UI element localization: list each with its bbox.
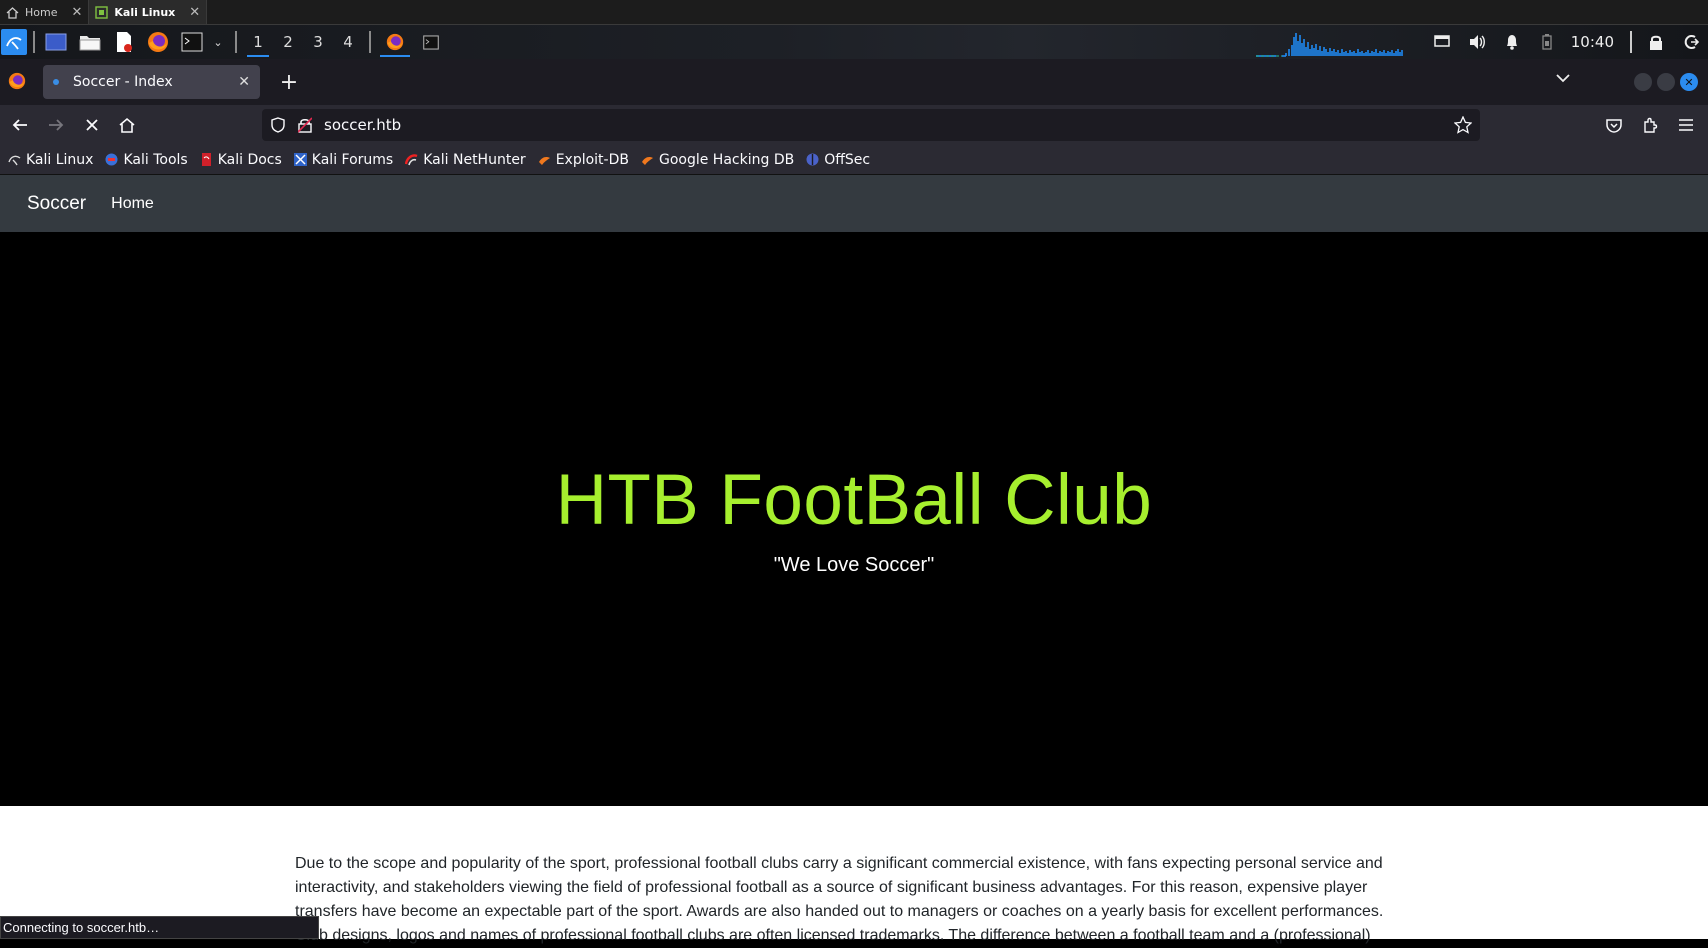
workspace-4[interactable]: 4 bbox=[333, 25, 363, 59]
bookmark-label: Kali Tools bbox=[123, 151, 188, 168]
clock[interactable]: 10:40 bbox=[1565, 33, 1624, 51]
insecure-lock-icon[interactable] bbox=[297, 117, 313, 137]
url-text[interactable]: soccer.htb bbox=[324, 116, 401, 134]
extensions-icon[interactable] bbox=[1636, 111, 1664, 139]
display-icon[interactable] bbox=[1425, 25, 1460, 59]
kali-panel: ⌄ 1 2 3 4 10:40 bbox=[0, 25, 1708, 59]
terminal-icon[interactable] bbox=[177, 27, 207, 57]
hamburger-menu-icon[interactable] bbox=[1672, 111, 1700, 139]
panel-separator bbox=[235, 31, 237, 53]
vm-icon bbox=[95, 5, 109, 19]
bookmarks-toolbar: Kali Linux Kali Tools Kali Docs Kali For… bbox=[0, 145, 1708, 175]
bookmark-google-hacking-db[interactable]: Google Hacking DB bbox=[641, 152, 794, 168]
lock-icon[interactable] bbox=[1638, 25, 1673, 59]
workspace-3[interactable]: 3 bbox=[303, 25, 333, 59]
vm-tab-strip: Home ✕ Kali Linux ✕ bbox=[0, 0, 1708, 25]
cpu-graph bbox=[1255, 33, 1403, 57]
task-firefox-icon[interactable] bbox=[377, 25, 413, 59]
close-window-button[interactable]: ✕ bbox=[1680, 73, 1698, 91]
panel-separator bbox=[369, 31, 371, 53]
bookmark-kali-tools[interactable]: Kali Tools bbox=[105, 151, 188, 168]
text-editor-icon[interactable] bbox=[109, 27, 139, 57]
ghdb-icon bbox=[641, 153, 654, 166]
stop-loading-button[interactable] bbox=[78, 111, 106, 139]
vm-tab-kali[interactable]: Kali Linux ✕ bbox=[89, 0, 208, 24]
hero-title: HTB FootBall Club bbox=[555, 461, 1153, 540]
close-icon[interactable]: ✕ bbox=[189, 5, 200, 20]
new-tab-button[interactable]: + bbox=[276, 69, 302, 95]
battery-icon[interactable] bbox=[1530, 25, 1565, 59]
url-bar[interactable]: soccer.htb bbox=[262, 109, 1480, 141]
site-navbar: Soccer Home bbox=[0, 175, 1708, 232]
close-tab-icon[interactable]: ✕ bbox=[238, 74, 250, 90]
kali-dragon-icon bbox=[8, 153, 21, 166]
tab-title: Soccer - Index bbox=[73, 74, 173, 90]
file-manager-icon[interactable] bbox=[75, 27, 105, 57]
status-bar: Connecting to soccer.htb… bbox=[0, 916, 319, 939]
back-button[interactable] bbox=[6, 111, 34, 139]
pocket-icon[interactable] bbox=[1600, 111, 1628, 139]
vm-tab-label: Kali Linux bbox=[114, 5, 176, 19]
hero-banner: HTB FootBall Club "We Love Soccer" bbox=[0, 232, 1708, 806]
tracking-protection-shield-icon[interactable] bbox=[271, 117, 285, 137]
kali-menu-icon[interactable] bbox=[1, 29, 27, 55]
bookmark-exploit-db[interactable]: Exploit-DB bbox=[538, 152, 629, 168]
bookmark-kali-docs[interactable]: Kali Docs bbox=[200, 152, 282, 168]
firefox-icon[interactable] bbox=[143, 27, 173, 57]
kali-tools-icon bbox=[105, 153, 118, 166]
bookmark-label: Kali Forums bbox=[311, 151, 394, 168]
hero-subtitle: "We Love Soccer" bbox=[773, 554, 935, 576]
bookmark-label: Google Hacking DB bbox=[658, 151, 795, 168]
forward-button[interactable] bbox=[42, 111, 70, 139]
firefox-view-icon[interactable] bbox=[8, 72, 26, 94]
vm-tab-home[interactable]: Home ✕ bbox=[0, 0, 90, 24]
bookmark-label: Exploit-DB bbox=[555, 151, 629, 168]
close-icon[interactable]: ✕ bbox=[71, 5, 82, 20]
chevron-down-icon[interactable]: ⌄ bbox=[211, 27, 225, 57]
workspace-2[interactable]: 2 bbox=[273, 25, 303, 59]
offsec-icon bbox=[806, 153, 819, 166]
bookmark-kali-forums[interactable]: Kali Forums bbox=[293, 151, 394, 168]
loading-dot-icon bbox=[53, 79, 59, 85]
home-button[interactable] bbox=[113, 111, 141, 139]
bookmark-label: OffSec bbox=[824, 151, 871, 168]
navigation-toolbar: soccer.htb bbox=[0, 105, 1708, 145]
bookmark-label: Kali Docs bbox=[217, 151, 282, 168]
exploit-db-icon bbox=[538, 153, 551, 166]
logout-icon[interactable] bbox=[1673, 25, 1708, 59]
show-desktop-icon[interactable] bbox=[41, 27, 71, 57]
vm-tab-label: Home bbox=[25, 5, 58, 19]
kali-forums-icon bbox=[293, 153, 307, 166]
workspace-1[interactable]: 1 bbox=[243, 25, 273, 59]
panel-separator bbox=[1630, 31, 1632, 53]
list-all-tabs-icon[interactable] bbox=[1556, 71, 1570, 87]
minimize-button[interactable] bbox=[1634, 73, 1652, 91]
home-icon bbox=[6, 6, 19, 19]
bookmark-label: Kali Linux bbox=[26, 151, 94, 168]
bookmark-label: Kali NetHunter bbox=[423, 151, 526, 168]
notification-bell-icon[interactable] bbox=[1495, 25, 1530, 59]
nethunter-icon bbox=[405, 153, 418, 166]
site-brand-link[interactable]: Soccer bbox=[27, 193, 86, 215]
system-tray: 10:40 bbox=[1255, 25, 1708, 59]
bookmark-kali-nethunter[interactable]: Kali NetHunter bbox=[405, 151, 526, 168]
maximize-button[interactable] bbox=[1657, 73, 1675, 91]
browser-tab-active[interactable]: Soccer - Index ✕ bbox=[43, 65, 260, 99]
bookmark-kali-linux[interactable]: Kali Linux bbox=[8, 152, 93, 168]
panel-separator bbox=[33, 31, 35, 53]
nav-home-link[interactable]: Home bbox=[111, 195, 154, 213]
kali-docs-icon bbox=[200, 153, 213, 166]
body-paragraph: Due to the scope and popularity of the s… bbox=[295, 855, 1384, 944]
volume-icon[interactable] bbox=[1460, 25, 1495, 59]
bookmark-star-icon[interactable] bbox=[1453, 115, 1473, 138]
browser-tab-bar: Soccer - Index ✕ + ✕ bbox=[0, 59, 1708, 105]
bookmark-offsec[interactable]: OffSec bbox=[806, 152, 870, 168]
task-terminal-icon[interactable] bbox=[413, 25, 449, 59]
